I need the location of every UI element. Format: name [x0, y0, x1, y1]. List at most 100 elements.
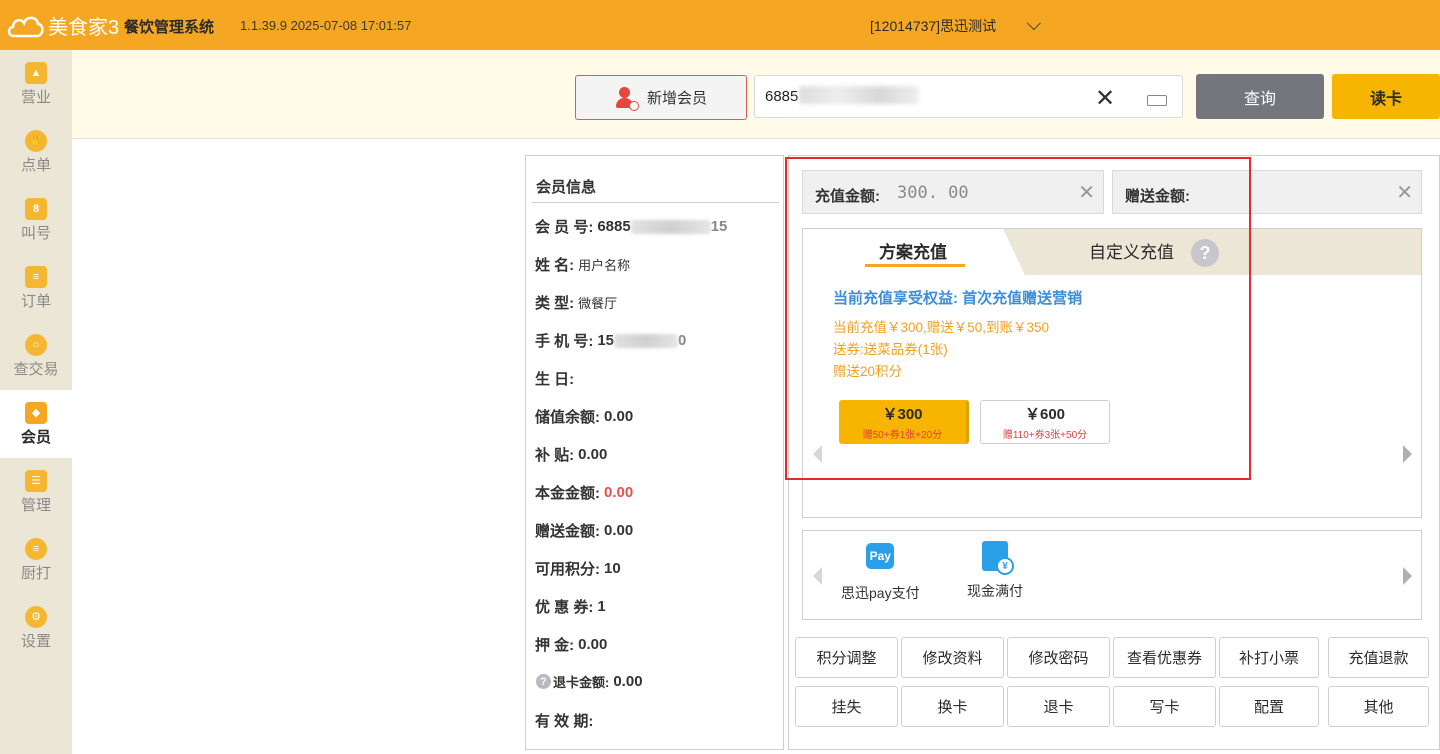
- principal-amount-row: 本金金额: 0.00: [535, 482, 633, 503]
- add-member-button[interactable]: 新增会员: [575, 75, 747, 120]
- sidebar-item-management[interactable]: ☰ 管理: [0, 458, 72, 526]
- clear-icon[interactable]: ✕: [1095, 84, 1115, 113]
- chevron-down-icon: [1026, 16, 1041, 31]
- change-password-button[interactable]: 修改密码: [1007, 637, 1110, 678]
- member-phone-row: 手 机 号: 15 0: [535, 330, 686, 351]
- field-label: 类 型:: [535, 295, 575, 312]
- view-coupons-button[interactable]: 查看优惠券: [1113, 637, 1216, 678]
- scroll-right-arrow[interactable]: [1403, 567, 1412, 585]
- sidebar-item-label: 设置: [20, 632, 51, 650]
- member-birthday-row: 生 日:: [535, 368, 578, 389]
- add-user-icon: [615, 86, 639, 111]
- refund-amount-row: ? 退卡金额: 0.00: [536, 672, 643, 691]
- read-card-button[interactable]: 读卡: [1332, 74, 1440, 119]
- stored-balance-row: 储值余额: 0.00: [535, 406, 633, 427]
- sidebar-item-business[interactable]: ▲ 营业: [0, 50, 72, 118]
- sidebar-item-label: 查交易: [13, 360, 59, 378]
- validity-row: 有 效 期:: [535, 710, 597, 731]
- divider: [532, 202, 779, 203]
- other-button[interactable]: 其他: [1328, 686, 1429, 727]
- field-value: 0.00: [578, 446, 608, 463]
- edit-profile-button[interactable]: 修改资料: [901, 637, 1004, 678]
- sidebar-item-call-number[interactable]: 8 叫号: [0, 186, 72, 254]
- app-logo: 美食家3: [6, 10, 119, 40]
- store-selector[interactable]: [12014737]思迅测试: [870, 16, 1041, 36]
- sidebar-item-orders[interactable]: ≡ 订单: [0, 254, 72, 322]
- write-card-button[interactable]: 写卡: [1113, 686, 1216, 727]
- keyboard-icon[interactable]: [1147, 95, 1167, 106]
- sidebar-item-order[interactable]: ✋ 点单: [0, 118, 72, 186]
- checklist-icon: ☰: [25, 469, 47, 492]
- search-icon: ○: [25, 333, 47, 356]
- system-name: 餐饮管理系统: [124, 19, 215, 36]
- points-adjust-button[interactable]: 积分调整: [795, 637, 898, 678]
- add-member-label: 新增会员: [646, 90, 707, 107]
- field-label: 手 机 号:: [535, 333, 594, 350]
- recharge-refund-button[interactable]: 充值退款: [1328, 637, 1429, 678]
- scroll-right-arrow[interactable]: [1403, 445, 1412, 463]
- field-value-suffix: 15: [710, 218, 728, 235]
- query-button[interactable]: 查询: [1196, 74, 1324, 119]
- payment-methods: Pay 思迅pay支付 ¥ 现金满付: [802, 530, 1422, 620]
- field-label: 生 日:: [535, 371, 575, 388]
- report-loss-button[interactable]: 挂失: [795, 686, 898, 727]
- member-type-row: 类 型: 微餐厅: [535, 292, 617, 313]
- cloud-icon: [7, 16, 44, 38]
- blurred-text: [799, 86, 919, 104]
- field-label: 储值余额:: [535, 409, 600, 426]
- payment-sixun-pay[interactable]: Pay 思迅pay支付: [841, 543, 920, 603]
- help-icon[interactable]: ?: [536, 674, 551, 689]
- field-label: 退卡金额:: [553, 675, 610, 690]
- field-value: 1: [597, 598, 606, 615]
- member-info-title: 会员信息: [536, 179, 597, 196]
- reprint-receipt-button[interactable]: 补打小票: [1219, 637, 1319, 678]
- field-value: 微餐厅: [578, 296, 618, 311]
- field-value: 10: [604, 560, 621, 577]
- sidebar-item-label: 厨打: [20, 564, 51, 582]
- field-label: 可用积分:: [535, 561, 600, 578]
- member-info-panel: 会员信息 会 员 号: 6885 15 姓 名: 用户名称 类 型: 微餐厅 手…: [525, 155, 784, 750]
- top-bar: 美食家3 餐饮管理系统 1.1.39.9 2025-07-08 17:01:57…: [0, 0, 1440, 50]
- cash-icon: ¥: [982, 541, 1014, 575]
- blurred-text: [614, 333, 679, 348]
- field-label: 有 效 期:: [535, 713, 594, 730]
- return-card-button[interactable]: 退卡: [1007, 686, 1110, 727]
- field-value: 0.00: [578, 636, 608, 653]
- field-value: 15: [597, 332, 615, 349]
- store-name: [12014737]思迅测试: [870, 18, 997, 34]
- field-label: 押 金:: [535, 637, 575, 654]
- replace-card-button[interactable]: 换卡: [901, 686, 1004, 727]
- pay-icon: Pay: [866, 543, 895, 569]
- field-value: 0.00: [604, 522, 634, 539]
- member-search-input[interactable]: 6885 ✕: [754, 75, 1183, 118]
- clear-icon[interactable]: ✕: [1396, 180, 1413, 205]
- coupon-row: 优 惠 券: 1: [535, 596, 606, 617]
- sidebar-item-kitchen-print[interactable]: ≡ 厨打: [0, 526, 72, 594]
- payment-label: 思迅pay支付: [841, 585, 920, 601]
- menu-icon: ≡: [25, 537, 47, 560]
- sidebar-item-label: 点单: [20, 156, 51, 174]
- scroll-left-arrow[interactable]: [813, 567, 822, 585]
- sidebar-item-settings[interactable]: ⚙ 设置: [0, 594, 72, 662]
- sidebar-item-label: 叫号: [20, 224, 51, 242]
- number-icon: 8: [25, 197, 47, 220]
- version-info: 1.1.39.9 2025-07-08 17:01:57: [240, 18, 412, 33]
- search-value: 6885: [765, 88, 799, 105]
- sidebar-item-label: 营业: [20, 88, 51, 106]
- member-number-row: 会 员 号: 6885 15: [535, 216, 727, 237]
- field-value: 用户名称: [578, 258, 631, 273]
- field-value: 0.00: [604, 408, 634, 425]
- config-button[interactable]: 配置: [1219, 686, 1319, 727]
- payment-cash[interactable]: ¥ 现金满付: [967, 541, 1023, 601]
- field-label: 会 员 号:: [535, 219, 594, 236]
- subsidy-row: 补 贴: 0.00: [535, 444, 607, 465]
- sidebar-item-label: 管理: [20, 496, 51, 514]
- deposit-row: 押 金: 0.00: [535, 634, 607, 655]
- sidebar-item-label: 订单: [20, 292, 51, 310]
- field-value: 6885: [597, 218, 631, 235]
- chart-icon: ▲: [25, 61, 47, 84]
- sidebar-item-label: 会员: [20, 428, 51, 446]
- sidebar-item-transactions[interactable]: ○ 查交易: [0, 322, 72, 390]
- sidebar-item-member[interactable]: ◆ 会员: [0, 390, 72, 458]
- yen-icon: ¥: [996, 557, 1014, 575]
